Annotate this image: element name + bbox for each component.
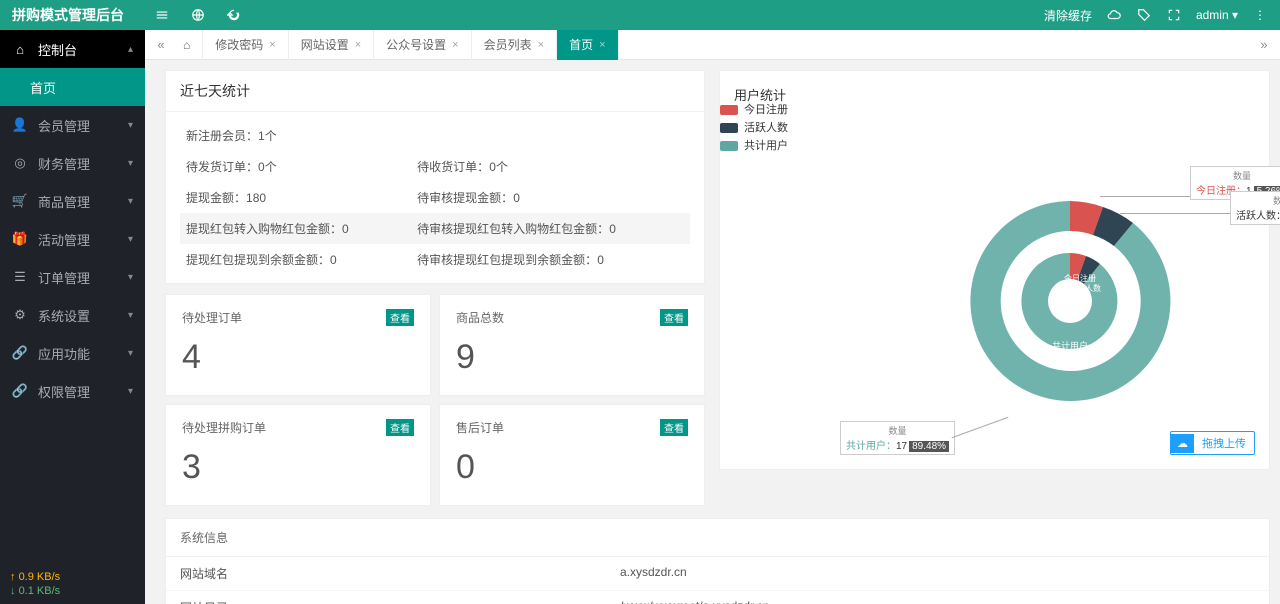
legend-item[interactable]: 共计用户 [720, 137, 788, 155]
user-icon: 👤 [12, 117, 28, 133]
card-user-stats: 用户统计 今日注册 活跃人数 共计用户 [719, 70, 1270, 470]
close-icon[interactable]: × [538, 39, 544, 51]
kpi-value: 3 [182, 448, 414, 487]
inner-label-active: 活跃人数 [1069, 283, 1101, 293]
card-7day-stats: 近七天统计 新注册会员：1个 待发货订单：0个待收货订单：0个 提现金额：180… [165, 70, 705, 284]
donut-chart: 今日注册 活跃人数 共计用户 数量 今日注册：15.26% 数量 活跃人数：15… [880, 141, 1260, 481]
kpi-value: 9 [456, 338, 688, 377]
view-button[interactable]: 查看 [660, 309, 688, 326]
main: « ⌂ 修改密码× 网站设置× 公众号设置× 会员列表× 首页× » 近七天统计… [145, 30, 1280, 604]
cloud-icon[interactable] [1106, 7, 1122, 23]
inner-label-total: 共计用户 [1052, 340, 1088, 351]
table-row: 提现金额：180待审核提现金额：0 [180, 182, 690, 213]
sidebar-item-finance[interactable]: ◎财务管理 ▾ [0, 144, 145, 182]
sidebar-item-goods[interactable]: 🛒商品管理 ▾ [0, 182, 145, 220]
kpi-value: 4 [182, 338, 414, 377]
topbar: 拼购模式管理后台 清除缓存 admin ▾ ⋮ [0, 0, 1280, 30]
sidebar-item-apps[interactable]: 🔗应用功能 ▾ [0, 334, 145, 372]
link-icon: 🔗 [12, 383, 28, 399]
tab-change-password[interactable]: 修改密码× [203, 30, 288, 60]
cart-icon: 🛒 [12, 193, 28, 209]
tag-icon[interactable] [1136, 7, 1152, 23]
view-button[interactable]: 查看 [386, 309, 414, 326]
card-system-info: 系统信息 网站域名 a.xysdzdr.cn 网站目录 /www/wwwroot… [165, 518, 1270, 604]
callout-total: 数量 共计用户：1789.48% [840, 421, 955, 455]
sidebar-item-home[interactable]: 首页 [0, 68, 145, 106]
more-icon[interactable]: ⋮ [1252, 7, 1268, 23]
close-icon[interactable]: × [599, 39, 605, 51]
link-icon: 🔗 [12, 345, 28, 361]
legend-item[interactable]: 活跃人数 [720, 119, 788, 137]
kpi-grid: 待处理订单查看 4 商品总数查看 9 待处理拼购订单查看 3 售后订单查看 0 [165, 294, 705, 506]
gear-icon: ⚙ [12, 307, 28, 323]
target-icon: ◎ [12, 155, 28, 171]
fullscreen-icon[interactable] [1166, 7, 1182, 23]
inner-label-reg: 今日注册 [1064, 273, 1096, 283]
chevron-up-icon: ▴ [128, 44, 133, 55]
sidebar-item-console[interactable]: ⌂控制台 ▴ [0, 30, 145, 68]
network-stats: ↑ 0.9 KB/s ↓ 0.1 KB/s [10, 570, 60, 598]
close-icon[interactable]: × [269, 39, 275, 51]
home-icon: ⌂ [12, 41, 28, 57]
sidebar: ⌂控制台 ▴ 首页 👤会员管理 ▾ ◎财务管理 ▾ 🛒商品管理 ▾ 🎁活动管理 … [0, 30, 145, 604]
tabs-prev-icon[interactable]: « [151, 37, 171, 52]
tab-wechat-settings[interactable]: 公众号设置× [374, 30, 471, 60]
refresh-icon[interactable] [226, 7, 242, 23]
gift-icon: 🎁 [12, 231, 28, 247]
chevron-down-icon: ▾ [128, 234, 133, 245]
user-menu[interactable]: admin ▾ [1196, 8, 1238, 22]
cloud-upload-icon: ☁ [1171, 434, 1194, 453]
chevron-down-icon: ▾ [128, 310, 133, 321]
tab-member-list[interactable]: 会员列表× [472, 30, 557, 60]
content: 近七天统计 新注册会员：1个 待发货订单：0个待收货订单：0个 提现金额：180… [145, 60, 1280, 604]
table-row: 网站目录 /www/wwwroot/a.xysdzdr.cn [166, 591, 1269, 604]
callout-active: 数量 活跃人数：15.26% [1230, 191, 1280, 225]
table-row: 网站域名 a.xysdzdr.cn [166, 557, 1269, 591]
sidebar-item-orders[interactable]: ☰订单管理 ▾ [0, 258, 145, 296]
tabs-bar: « ⌂ 修改密码× 网站设置× 公众号设置× 会员列表× 首页× » [145, 30, 1280, 60]
list-icon: ☰ [12, 269, 28, 285]
upload-button[interactable]: ☁ 拖拽上传 [1170, 431, 1255, 455]
kpi-value: 0 [456, 448, 688, 487]
sidebar-item-perms[interactable]: 🔗权限管理 ▾ [0, 372, 145, 410]
close-icon[interactable]: × [452, 39, 458, 51]
chevron-down-icon: ▾ [128, 272, 133, 283]
tabs-next-icon[interactable]: » [1254, 37, 1274, 52]
tab-home-icon[interactable]: ⌂ [171, 30, 203, 60]
view-button[interactable]: 查看 [660, 419, 688, 436]
sidebar-item-settings[interactable]: ⚙系统设置 ▾ [0, 296, 145, 334]
card-title: 近七天统计 [166, 71, 704, 112]
kpi-goods-total: 商品总数查看 9 [439, 294, 705, 396]
globe-icon[interactable] [190, 7, 206, 23]
clear-cache-button[interactable]: 清除缓存 [1044, 7, 1092, 24]
chevron-down-icon: ▾ [128, 386, 133, 397]
chevron-down-icon: ▾ [128, 196, 133, 207]
card-title: 系统信息 [166, 519, 1269, 557]
sidebar-item-promo[interactable]: 🎁活动管理 ▾ [0, 220, 145, 258]
home-icon: ⌂ [183, 38, 190, 52]
chart-title: 用户统计 [734, 85, 1255, 104]
table-row: 提现红包转入购物红包金额：0待审核提现红包转入购物红包金额：0 [180, 213, 690, 244]
table-row: 提现红包提现到余额金额：0待审核提现红包提现到余额金额：0 [180, 244, 690, 275]
chart-legend: 今日注册 活跃人数 共计用户 [720, 101, 788, 155]
tab-home[interactable]: 首页× [557, 30, 618, 60]
table-row: 新注册会员：1个 [180, 120, 690, 151]
kpi-aftersale-orders: 售后订单查看 0 [439, 404, 705, 506]
close-icon[interactable]: × [355, 39, 361, 51]
tab-site-settings[interactable]: 网站设置× [289, 30, 374, 60]
kpi-pending-orders: 待处理订单查看 4 [165, 294, 431, 396]
kpi-pending-group-orders: 待处理拼购订单查看 3 [165, 404, 431, 506]
legend-item[interactable]: 今日注册 [720, 101, 788, 119]
chevron-down-icon: ▾ [128, 158, 133, 169]
chevron-down-icon: ▾ [128, 348, 133, 359]
menu-toggle-icon[interactable] [154, 7, 170, 23]
view-button[interactable]: 查看 [386, 419, 414, 436]
sidebar-item-members[interactable]: 👤会员管理 ▾ [0, 106, 145, 144]
table-row: 待发货订单：0个待收货订单：0个 [180, 151, 690, 182]
chevron-down-icon: ▾ [128, 120, 133, 131]
brand-title: 拼购模式管理后台 [12, 5, 144, 25]
stats-table: 新注册会员：1个 待发货订单：0个待收货订单：0个 提现金额：180待审核提现金… [180, 120, 690, 275]
